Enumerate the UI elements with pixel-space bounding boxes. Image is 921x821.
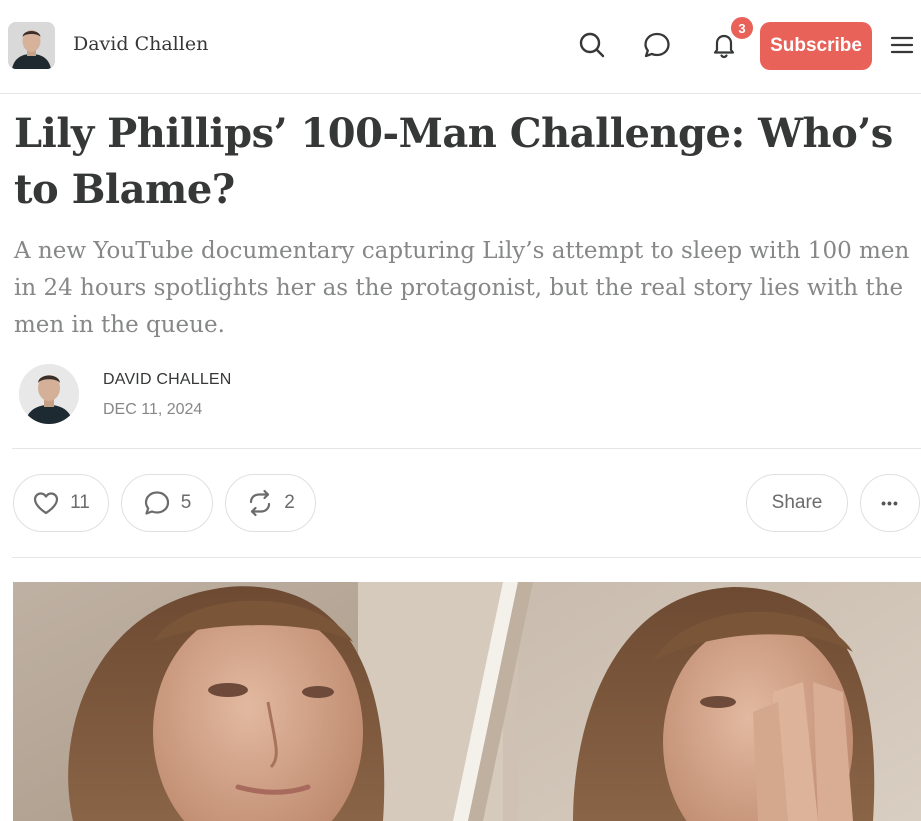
comment-count: 5 [180,492,192,513]
hero-photo-illustration [13,582,921,821]
article-hero-image[interactable] [13,582,921,821]
heart-icon [34,492,59,515]
subscribe-button[interactable]: Subscribe [760,22,872,70]
chat-button[interactable] [639,27,675,63]
like-count: 11 [70,492,90,513]
author-portrait-image [19,364,79,424]
notification-count-badge: 3 [729,15,755,41]
article-subtitle: A new YouTube documentary capturing Lily… [14,238,910,338]
divider [12,448,921,449]
chat-icon [644,32,670,58]
share-label: Share [771,492,823,513]
publication-name[interactable]: David Challen [73,33,208,55]
author-name[interactable]: David Challen [103,371,232,389]
comment-icon [144,491,169,515]
menu-icon [890,36,914,54]
top-navigation-bar: David Challen 3 Subscribe [0,0,921,94]
author-avatar[interactable] [19,364,79,424]
publication-avatar[interactable] [8,22,55,69]
comment-button[interactable]: 5 [121,474,213,532]
restack-icon [250,489,271,517]
avatar-portrait-image [8,22,55,69]
search-button[interactable] [574,27,610,63]
share-button[interactable]: Share [746,474,848,532]
divider [12,557,921,558]
restack-count: 2 [284,492,295,513]
more-options-button[interactable]: ••• [860,474,920,532]
article-title: Lily Phillips’ 100-Man Challenge: Who’s … [14,110,893,213]
search-icon [579,32,605,58]
like-button[interactable]: 11 [13,474,109,532]
more-options-icon: ••• [881,495,899,511]
menu-button[interactable] [884,27,920,63]
restack-button[interactable]: 2 [225,474,316,532]
post-date: Dec 11, 2024 [103,401,203,418]
